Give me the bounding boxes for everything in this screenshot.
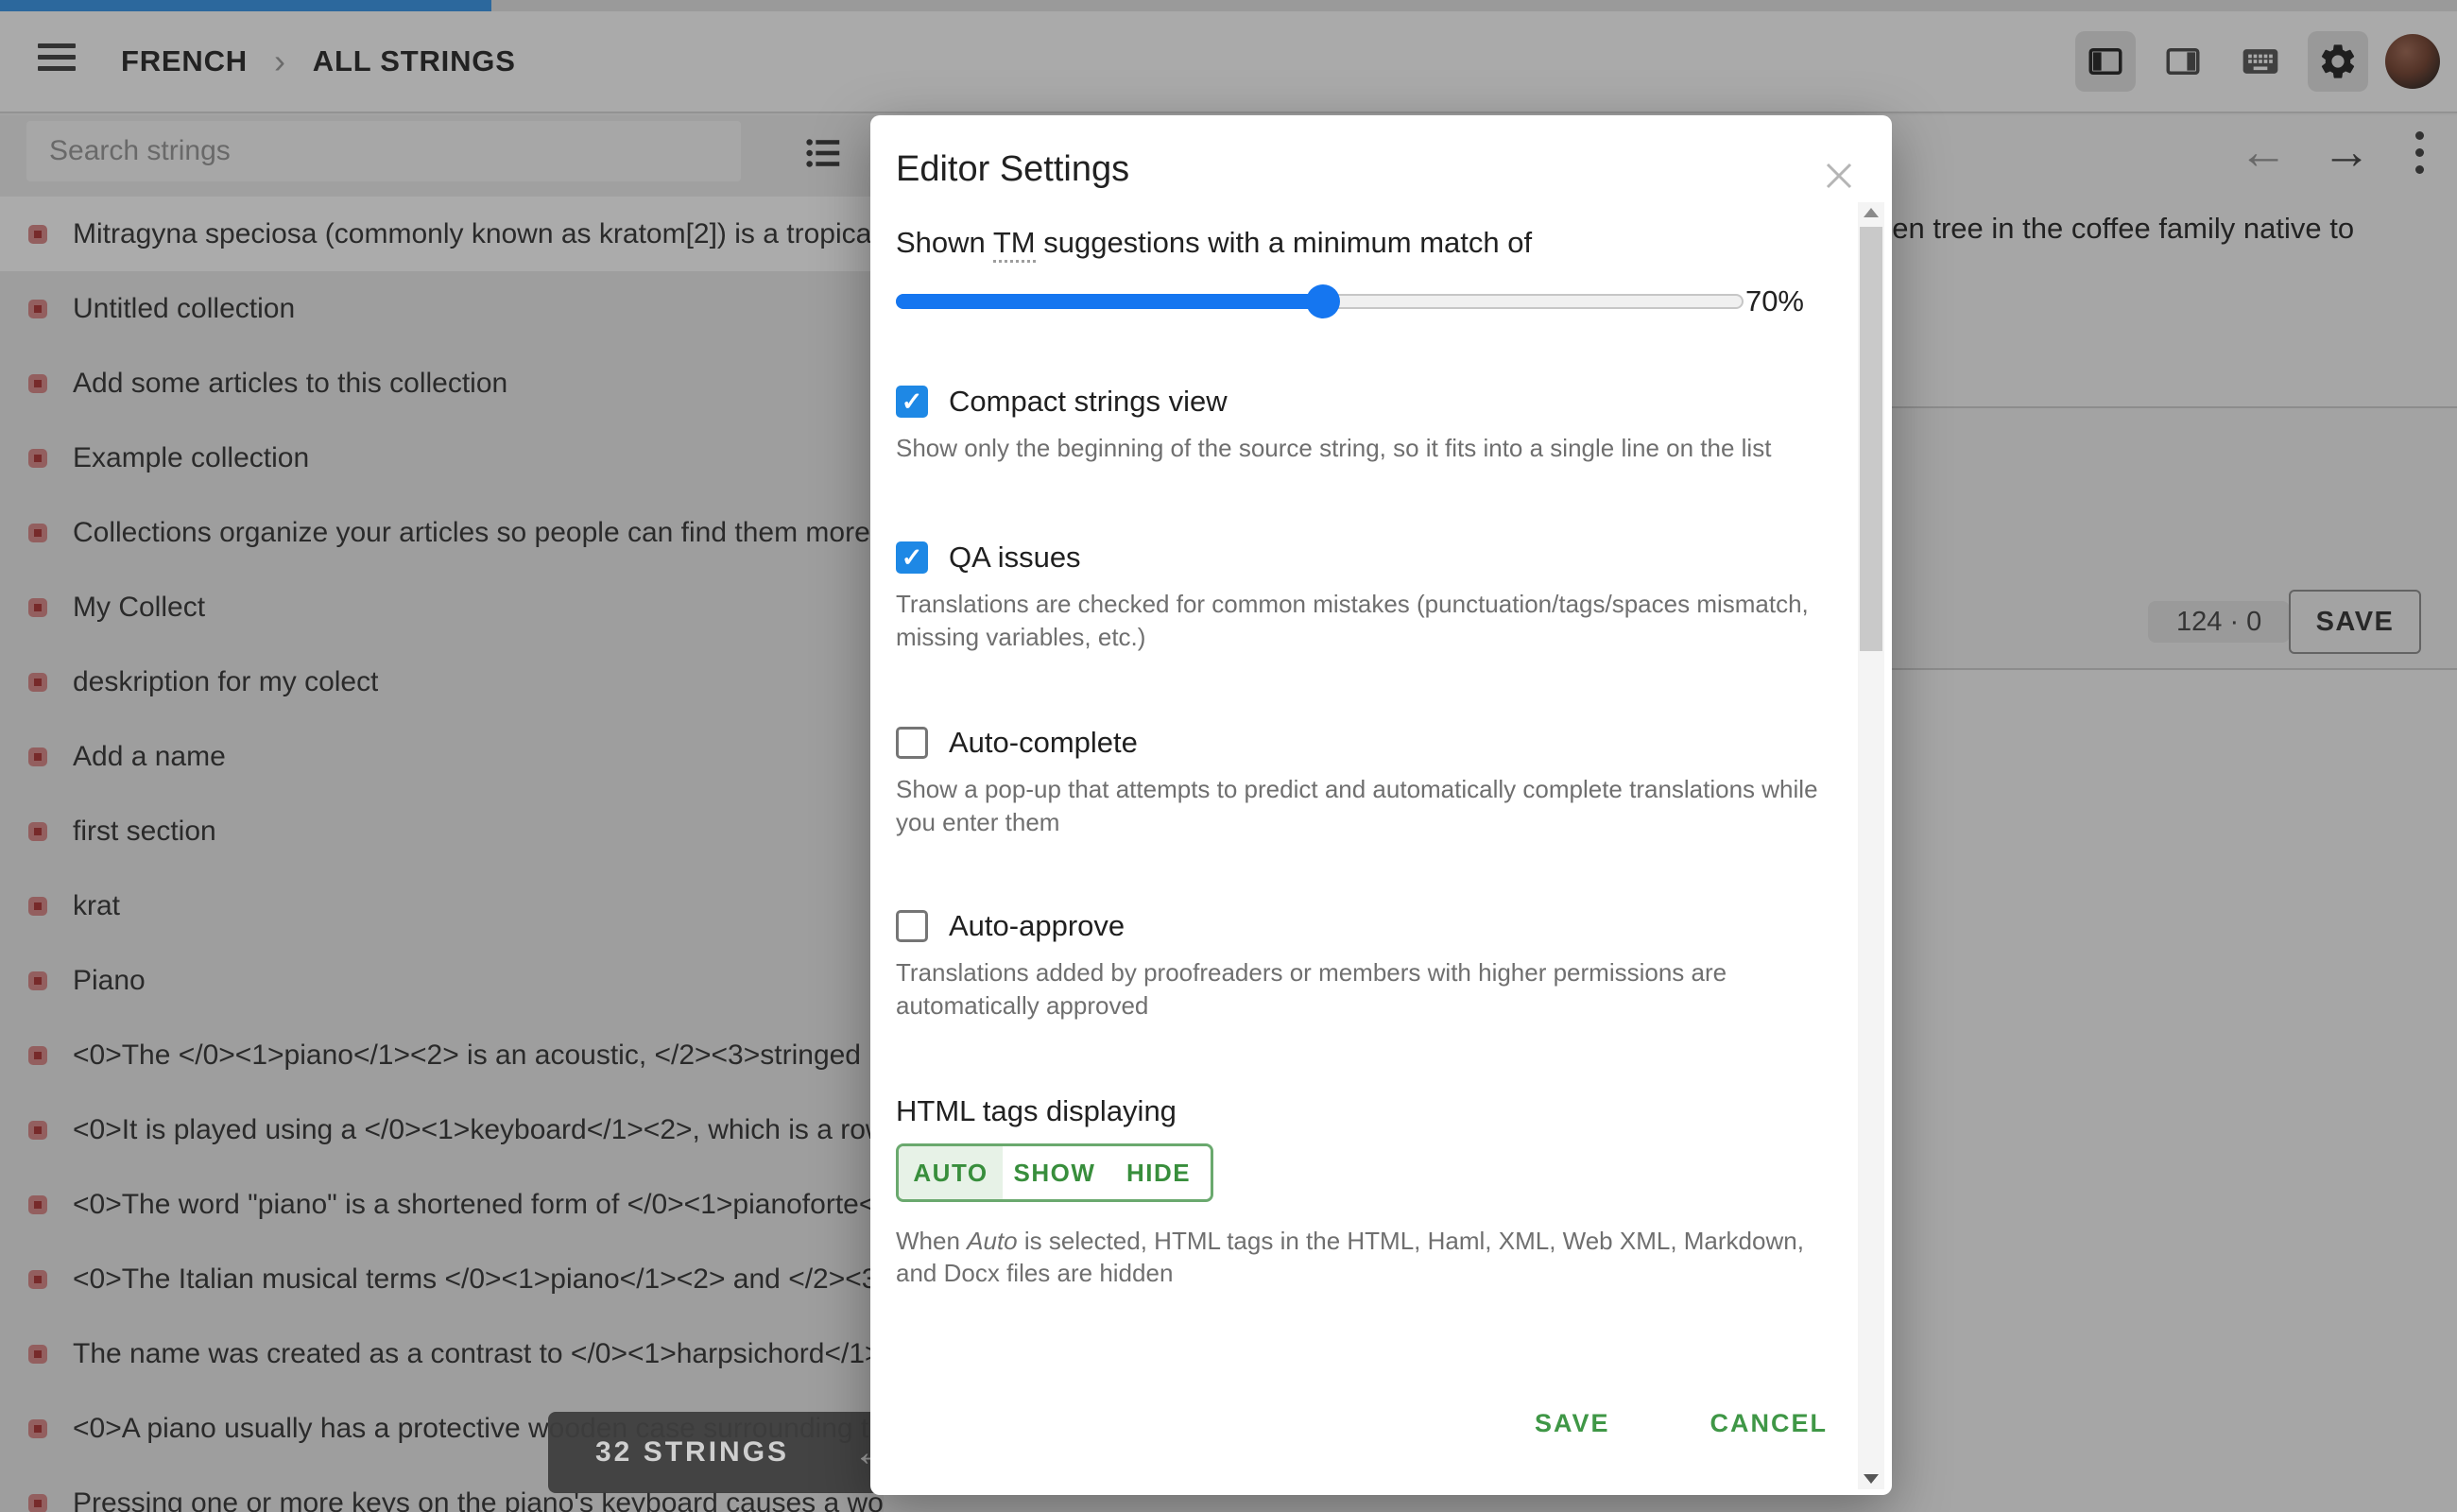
scroll-down-arrow-icon[interactable] [1858, 1469, 1884, 1489]
checkbox-auto-approve[interactable] [896, 910, 928, 942]
setting-toggle[interactable]: Auto-approve [896, 909, 1866, 943]
modal-scrollbar[interactable] [1858, 202, 1884, 1489]
modal-footer: SAVE CANCEL [1529, 1400, 1833, 1448]
setting-description: Translations added by proofreaders or me… [896, 956, 1841, 1022]
scroll-up-arrow-icon[interactable] [1858, 202, 1884, 223]
checkbox-auto-complete[interactable] [896, 727, 928, 759]
close-icon[interactable] [1820, 157, 1858, 195]
save-button[interactable]: SAVE [1529, 1400, 1616, 1448]
checkbox-qa-issues[interactable] [896, 541, 928, 574]
setting-qa-issues: QA issues Translations are checked for c… [896, 541, 1866, 654]
editor-settings-modal: Editor Settings Shown TM suggestions wit… [870, 115, 1892, 1495]
tm-abbreviation: TM [993, 226, 1036, 263]
setting-toggle[interactable]: QA issues [896, 541, 1866, 575]
setting-auto-approve: Auto-approve Translations added by proof… [896, 909, 1866, 1022]
html-tags-option-auto[interactable]: AUTO [899, 1146, 1003, 1199]
tm-slider-label: Shown TM suggestions with a minimum matc… [896, 226, 1866, 260]
setting-description: Show a pop-up that attempts to predict a… [896, 773, 1841, 839]
cancel-button[interactable]: CANCEL [1705, 1400, 1834, 1448]
slider-thumb[interactable] [1306, 284, 1340, 318]
strings-count-label: 32 STRINGS [595, 1436, 789, 1469]
modal-title: Editor Settings [896, 149, 1866, 190]
setting-toggle[interactable]: Auto-complete [896, 726, 1866, 760]
html-tags-heading: HTML tags displaying [896, 1094, 1866, 1128]
html-tags-segmented-control: AUTOSHOWHIDE [896, 1143, 1213, 1202]
scrollbar-thumb[interactable] [1860, 227, 1882, 651]
checkbox-compact-strings-view[interactable] [896, 386, 928, 418]
slider-fill [896, 294, 1321, 309]
html-tags-option-show[interactable]: SHOW [1003, 1146, 1107, 1199]
html-tags-description: When Auto is selected, HTML tags in the … [896, 1225, 1831, 1289]
tm-match-value: 70% [1745, 284, 1804, 318]
setting-description: Translations are checked for common mist… [896, 588, 1841, 654]
html-tags-option-hide[interactable]: HIDE [1107, 1146, 1211, 1199]
editor-screen: FRENCH › ALL STRINGS [0, 0, 2457, 1512]
setting-compact-strings-view: Compact strings view Show only the begin… [896, 385, 1866, 465]
setting-auto-complete: Auto-complete Show a pop-up that attempt… [896, 726, 1866, 839]
tm-match-slider[interactable] [896, 294, 1744, 309]
setting-description: Show only the beginning of the source st… [896, 432, 1866, 465]
setting-toggle[interactable]: Compact strings view [896, 385, 1866, 419]
tm-match-slider-row: 70% [896, 284, 1866, 318]
